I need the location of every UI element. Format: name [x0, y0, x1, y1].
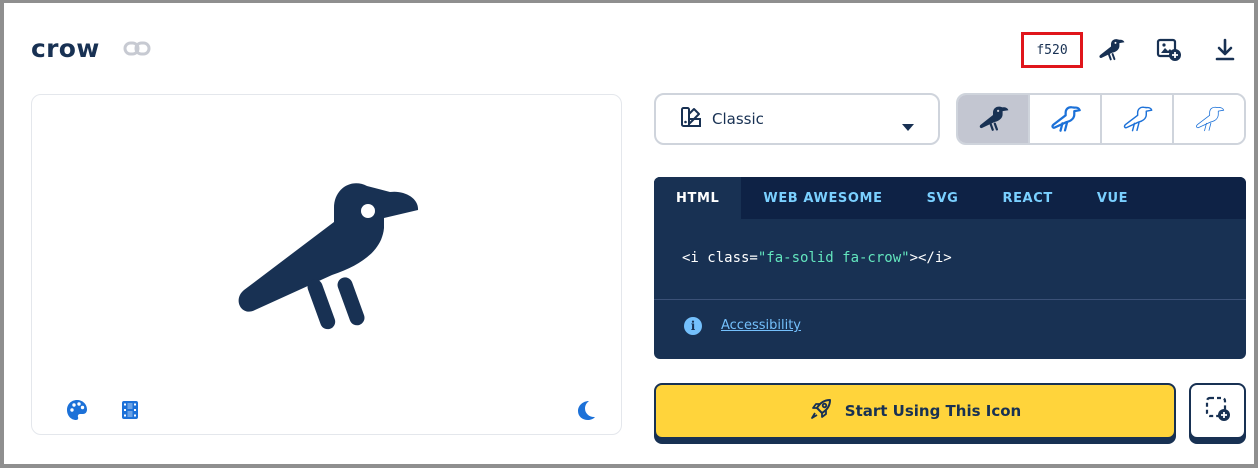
- start-button-label: Start Using This Icon: [844, 402, 1022, 420]
- style-dropdown[interactable]: Classic: [654, 93, 940, 145]
- info-icon: i: [684, 317, 702, 335]
- download-icon[interactable]: [1211, 36, 1239, 64]
- code-snippet-open: <i class=: [682, 250, 758, 266]
- variant-thin[interactable]: [1174, 95, 1244, 143]
- crow-icon: [1051, 106, 1081, 132]
- tab-web-awesome[interactable]: WEB AWESOME: [741, 177, 904, 219]
- swatchbook-icon: [680, 106, 702, 132]
- unicode-value[interactable]: f520: [1021, 32, 1083, 68]
- variant-regular[interactable]: [1030, 95, 1102, 143]
- crow-icon[interactable]: [1097, 36, 1125, 64]
- style-dropdown-value: Classic: [712, 110, 764, 128]
- tab-vue[interactable]: VUE: [1075, 177, 1150, 219]
- moon-icon[interactable]: [574, 398, 598, 422]
- start-using-icon-button[interactable]: Start Using This Icon: [654, 383, 1176, 439]
- page-title: crow: [31, 34, 100, 63]
- tab-html[interactable]: HTML: [654, 177, 742, 219]
- icon-preview: [31, 94, 622, 435]
- rocket-icon: [809, 397, 833, 425]
- code-snippet-close: ></i>: [909, 250, 952, 266]
- square-plus-icon: [1205, 396, 1231, 426]
- accessibility-link[interactable]: Accessibility: [721, 318, 801, 333]
- variant-solid[interactable]: [958, 95, 1030, 143]
- palette-icon[interactable]: [65, 398, 89, 422]
- code-panel: HTML WEB AWESOME SVG REACT VUE <i class=…: [654, 177, 1246, 359]
- crow-icon: [238, 183, 419, 330]
- tab-svg[interactable]: SVG: [905, 177, 981, 219]
- film-icon[interactable]: [118, 398, 142, 422]
- image-plus-icon[interactable]: [1155, 36, 1183, 64]
- add-to-kit-button[interactable]: [1189, 383, 1246, 439]
- style-variant-group: [956, 93, 1246, 145]
- code-snippet[interactable]: <i class="fa-solid fa-crow"></i>: [682, 250, 952, 266]
- code-snippet-string: "fa-solid fa-crow": [757, 250, 910, 266]
- variant-light[interactable]: [1102, 95, 1174, 143]
- crow-icon: [1196, 106, 1225, 132]
- link-icon[interactable]: [123, 38, 151, 60]
- divider: [654, 299, 1246, 300]
- crow-icon: [979, 106, 1009, 131]
- caret-down-icon: [902, 117, 914, 136]
- crow-icon: [1123, 106, 1153, 132]
- code-tabs: HTML WEB AWESOME SVG REACT VUE: [654, 177, 1246, 219]
- tab-react[interactable]: REACT: [980, 177, 1074, 219]
